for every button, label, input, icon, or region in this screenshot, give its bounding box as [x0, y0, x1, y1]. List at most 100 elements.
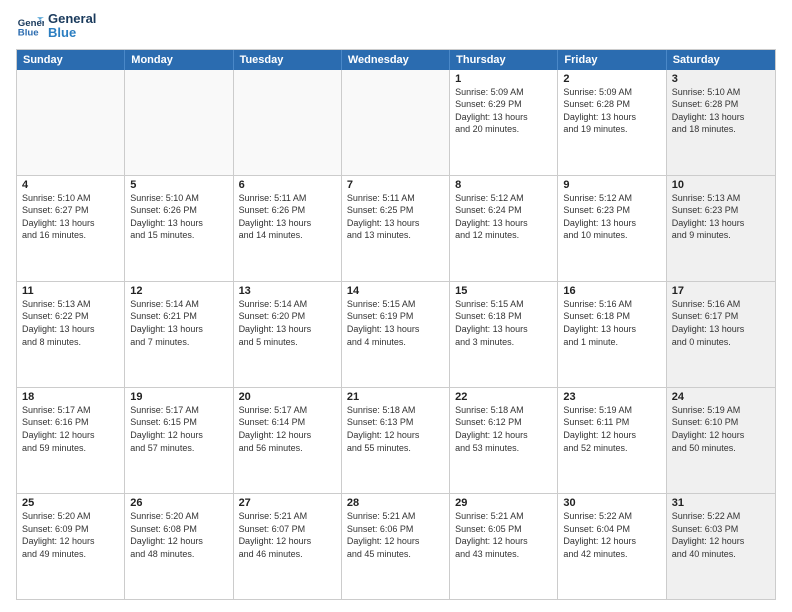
day-cell: 16Sunrise: 5:16 AM Sunset: 6:18 PM Dayli… [558, 282, 666, 387]
day-number: 22 [455, 391, 552, 403]
day-number: 1 [455, 73, 552, 85]
day-number: 18 [22, 391, 119, 403]
day-number: 5 [130, 179, 227, 191]
day-info: Sunrise: 5:15 AM Sunset: 6:19 PM Dayligh… [347, 298, 444, 348]
day-cell: 2Sunrise: 5:09 AM Sunset: 6:28 PM Daylig… [558, 70, 666, 175]
day-cell [342, 70, 450, 175]
day-cell [125, 70, 233, 175]
day-number: 28 [347, 497, 444, 509]
logo: General Blue General Blue [16, 12, 96, 41]
day-number: 11 [22, 285, 119, 297]
day-cell: 19Sunrise: 5:17 AM Sunset: 6:15 PM Dayli… [125, 388, 233, 493]
day-info: Sunrise: 5:15 AM Sunset: 6:18 PM Dayligh… [455, 298, 552, 348]
calendar-body: 1Sunrise: 5:09 AM Sunset: 6:29 PM Daylig… [17, 70, 775, 599]
day-info: Sunrise: 5:20 AM Sunset: 6:09 PM Dayligh… [22, 510, 119, 560]
header-wednesday: Wednesday [342, 50, 450, 70]
day-number: 8 [455, 179, 552, 191]
day-info: Sunrise: 5:19 AM Sunset: 6:10 PM Dayligh… [672, 404, 770, 454]
day-number: 10 [672, 179, 770, 191]
day-number: 6 [239, 179, 336, 191]
day-number: 3 [672, 73, 770, 85]
day-info: Sunrise: 5:14 AM Sunset: 6:20 PM Dayligh… [239, 298, 336, 348]
day-cell: 7Sunrise: 5:11 AM Sunset: 6:25 PM Daylig… [342, 176, 450, 281]
day-cell [234, 70, 342, 175]
day-info: Sunrise: 5:17 AM Sunset: 6:16 PM Dayligh… [22, 404, 119, 454]
day-info: Sunrise: 5:20 AM Sunset: 6:08 PM Dayligh… [130, 510, 227, 560]
day-cell: 1Sunrise: 5:09 AM Sunset: 6:29 PM Daylig… [450, 70, 558, 175]
day-cell: 12Sunrise: 5:14 AM Sunset: 6:21 PM Dayli… [125, 282, 233, 387]
day-cell: 21Sunrise: 5:18 AM Sunset: 6:13 PM Dayli… [342, 388, 450, 493]
day-number: 27 [239, 497, 336, 509]
header-friday: Friday [558, 50, 666, 70]
day-cell [17, 70, 125, 175]
day-number: 16 [563, 285, 660, 297]
day-info: Sunrise: 5:10 AM Sunset: 6:26 PM Dayligh… [130, 192, 227, 242]
day-cell: 28Sunrise: 5:21 AM Sunset: 6:06 PM Dayli… [342, 494, 450, 599]
day-info: Sunrise: 5:21 AM Sunset: 6:06 PM Dayligh… [347, 510, 444, 560]
day-number: 30 [563, 497, 660, 509]
day-cell: 5Sunrise: 5:10 AM Sunset: 6:26 PM Daylig… [125, 176, 233, 281]
day-number: 17 [672, 285, 770, 297]
day-number: 21 [347, 391, 444, 403]
day-cell: 13Sunrise: 5:14 AM Sunset: 6:20 PM Dayli… [234, 282, 342, 387]
day-number: 14 [347, 285, 444, 297]
day-info: Sunrise: 5:21 AM Sunset: 6:07 PM Dayligh… [239, 510, 336, 560]
day-number: 7 [347, 179, 444, 191]
day-headers: Sunday Monday Tuesday Wednesday Thursday… [17, 50, 775, 70]
day-info: Sunrise: 5:21 AM Sunset: 6:05 PM Dayligh… [455, 510, 552, 560]
day-number: 24 [672, 391, 770, 403]
day-info: Sunrise: 5:11 AM Sunset: 6:25 PM Dayligh… [347, 192, 444, 242]
day-info: Sunrise: 5:22 AM Sunset: 6:03 PM Dayligh… [672, 510, 770, 560]
day-info: Sunrise: 5:14 AM Sunset: 6:21 PM Dayligh… [130, 298, 227, 348]
day-cell: 11Sunrise: 5:13 AM Sunset: 6:22 PM Dayli… [17, 282, 125, 387]
day-cell: 18Sunrise: 5:17 AM Sunset: 6:16 PM Dayli… [17, 388, 125, 493]
logo-icon: General Blue [16, 12, 44, 40]
day-number: 29 [455, 497, 552, 509]
header-sunday: Sunday [17, 50, 125, 70]
header-thursday: Thursday [450, 50, 558, 70]
day-info: Sunrise: 5:10 AM Sunset: 6:28 PM Dayligh… [672, 86, 770, 136]
day-cell: 20Sunrise: 5:17 AM Sunset: 6:14 PM Dayli… [234, 388, 342, 493]
day-number: 23 [563, 391, 660, 403]
week-row-5: 25Sunrise: 5:20 AM Sunset: 6:09 PM Dayli… [17, 494, 775, 599]
day-cell: 26Sunrise: 5:20 AM Sunset: 6:08 PM Dayli… [125, 494, 233, 599]
header: General Blue General Blue [16, 12, 776, 41]
svg-text:Blue: Blue [18, 28, 39, 39]
day-info: Sunrise: 5:13 AM Sunset: 6:22 PM Dayligh… [22, 298, 119, 348]
day-number: 31 [672, 497, 770, 509]
day-cell: 6Sunrise: 5:11 AM Sunset: 6:26 PM Daylig… [234, 176, 342, 281]
day-info: Sunrise: 5:12 AM Sunset: 6:23 PM Dayligh… [563, 192, 660, 242]
logo-blue: Blue [48, 26, 96, 40]
day-cell: 22Sunrise: 5:18 AM Sunset: 6:12 PM Dayli… [450, 388, 558, 493]
day-info: Sunrise: 5:16 AM Sunset: 6:17 PM Dayligh… [672, 298, 770, 348]
day-cell: 10Sunrise: 5:13 AM Sunset: 6:23 PM Dayli… [667, 176, 775, 281]
week-row-4: 18Sunrise: 5:17 AM Sunset: 6:16 PM Dayli… [17, 388, 775, 494]
day-info: Sunrise: 5:18 AM Sunset: 6:12 PM Dayligh… [455, 404, 552, 454]
page: General Blue General Blue Sunday Monday … [0, 0, 792, 612]
day-info: Sunrise: 5:09 AM Sunset: 6:29 PM Dayligh… [455, 86, 552, 136]
day-number: 2 [563, 73, 660, 85]
day-cell: 17Sunrise: 5:16 AM Sunset: 6:17 PM Dayli… [667, 282, 775, 387]
day-number: 19 [130, 391, 227, 403]
day-number: 12 [130, 285, 227, 297]
day-cell: 30Sunrise: 5:22 AM Sunset: 6:04 PM Dayli… [558, 494, 666, 599]
header-tuesday: Tuesday [234, 50, 342, 70]
day-number: 9 [563, 179, 660, 191]
day-cell: 23Sunrise: 5:19 AM Sunset: 6:11 PM Dayli… [558, 388, 666, 493]
day-number: 26 [130, 497, 227, 509]
day-info: Sunrise: 5:18 AM Sunset: 6:13 PM Dayligh… [347, 404, 444, 454]
week-row-1: 1Sunrise: 5:09 AM Sunset: 6:29 PM Daylig… [17, 70, 775, 176]
day-info: Sunrise: 5:13 AM Sunset: 6:23 PM Dayligh… [672, 192, 770, 242]
day-info: Sunrise: 5:16 AM Sunset: 6:18 PM Dayligh… [563, 298, 660, 348]
day-cell: 25Sunrise: 5:20 AM Sunset: 6:09 PM Dayli… [17, 494, 125, 599]
day-info: Sunrise: 5:19 AM Sunset: 6:11 PM Dayligh… [563, 404, 660, 454]
day-info: Sunrise: 5:17 AM Sunset: 6:14 PM Dayligh… [239, 404, 336, 454]
day-cell: 27Sunrise: 5:21 AM Sunset: 6:07 PM Dayli… [234, 494, 342, 599]
day-number: 20 [239, 391, 336, 403]
week-row-2: 4Sunrise: 5:10 AM Sunset: 6:27 PM Daylig… [17, 176, 775, 282]
day-number: 4 [22, 179, 119, 191]
day-number: 13 [239, 285, 336, 297]
day-cell: 31Sunrise: 5:22 AM Sunset: 6:03 PM Dayli… [667, 494, 775, 599]
day-info: Sunrise: 5:22 AM Sunset: 6:04 PM Dayligh… [563, 510, 660, 560]
day-cell: 9Sunrise: 5:12 AM Sunset: 6:23 PM Daylig… [558, 176, 666, 281]
